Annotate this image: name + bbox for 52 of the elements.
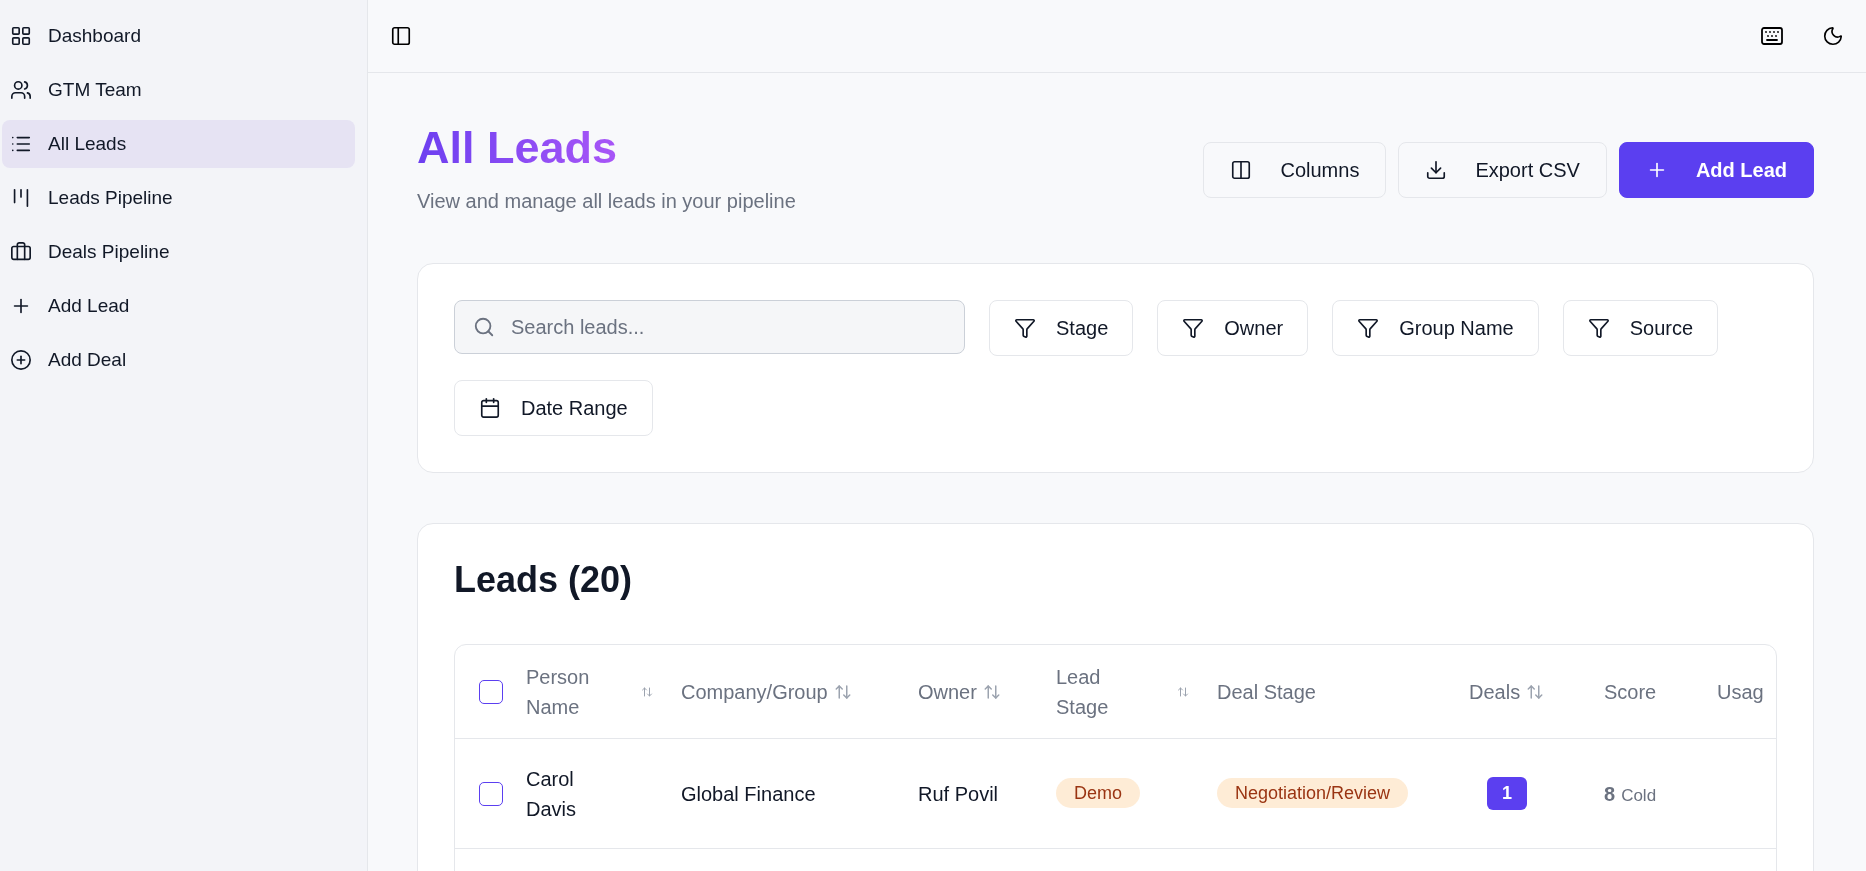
funnel-icon xyxy=(1587,317,1610,339)
briefcase-icon xyxy=(10,241,32,263)
search-input[interactable]: Search leads... xyxy=(511,312,946,342)
grid-icon xyxy=(10,25,32,47)
date-range-button[interactable]: Date Range xyxy=(454,380,653,436)
owner-name: Ruf Povil xyxy=(918,782,999,805)
sidebar-item[interactable]: Leads Pipeline xyxy=(2,174,355,222)
download-icon xyxy=(1425,159,1448,181)
moon-icon[interactable] xyxy=(1822,25,1844,47)
sidebar-item[interactable]: GTM Team xyxy=(2,66,355,114)
person-name: Carol Davis xyxy=(526,766,577,822)
search-field[interactable]: Search leads... xyxy=(454,300,965,354)
column-header[interactable]: Deals xyxy=(1469,676,1521,707)
filter-button[interactable]: Owner xyxy=(1157,300,1309,356)
sidebar-item[interactable]: Dashboard xyxy=(2,12,355,60)
deals-count-badge: 1 xyxy=(1487,777,1527,810)
page-subtitle: View and manage all leads in your pipeline xyxy=(417,189,796,214)
table-title: Leads (20) xyxy=(454,560,634,600)
deal-stage-badge: Negotiation/Review xyxy=(1217,778,1409,808)
calendar-icon xyxy=(479,397,501,419)
sidebar-item[interactable]: Add Deal xyxy=(2,336,355,384)
score-label: Cold xyxy=(1621,784,1657,807)
column-header: Score xyxy=(1604,679,1657,705)
checkbox[interactable] xyxy=(479,679,503,704)
column-header: Deal Stage xyxy=(1217,679,1316,705)
funnel-icon xyxy=(1357,317,1380,339)
funnel-icon xyxy=(1182,317,1205,339)
keyboard-icon[interactable] xyxy=(1760,24,1784,48)
filter-button[interactable]: Stage xyxy=(989,300,1134,356)
export-button[interactable]: Export CSV xyxy=(1398,142,1607,198)
sidebar-item[interactable]: Deals Pipeline xyxy=(2,228,355,276)
score-value: 8 xyxy=(1604,781,1616,807)
search-icon xyxy=(473,316,495,338)
plus-circle-icon xyxy=(10,349,32,371)
users-icon xyxy=(10,79,32,101)
column-header[interactable]: Person Name xyxy=(526,661,606,722)
columns-button[interactable]: Columns xyxy=(1203,142,1387,198)
sidebar-item[interactable]: Add Lead xyxy=(2,282,355,330)
column-header: Usag xyxy=(1717,679,1764,705)
checkbox[interactable] xyxy=(479,781,503,806)
columns-icon xyxy=(1230,159,1253,181)
filter-button[interactable]: Group Name xyxy=(1332,300,1539,356)
add-lead-button[interactable]: Add Lead xyxy=(1618,142,1814,198)
lead-stage-badge: Demo xyxy=(1056,778,1140,808)
column-header[interactable]: Owner xyxy=(918,676,977,707)
column-header[interactable]: Lead Stage xyxy=(1056,661,1136,722)
filter-button[interactable]: Source xyxy=(1562,300,1719,356)
sidebar-item[interactable]: All Leads xyxy=(2,120,355,168)
company-name: Global Finance xyxy=(681,782,816,805)
column-header[interactable]: Company/Group xyxy=(681,676,828,707)
sidebar-toggle-icon[interactable] xyxy=(390,25,412,47)
funnel-icon xyxy=(1014,317,1036,339)
